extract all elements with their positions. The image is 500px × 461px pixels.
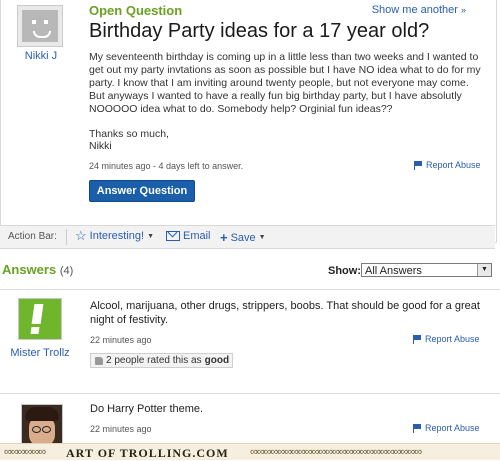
question-status: Open Question [89, 3, 183, 18]
report-abuse-label: Report Abuse [425, 423, 480, 433]
chevron-down-icon: ▼ [147, 232, 155, 240]
watermark-banner: ∞∞∞∞∞∞ ART OF TROLLING.COM ∞∞∞∞∞∞∞∞∞∞∞∞∞… [0, 443, 500, 460]
envelope-icon [166, 231, 180, 241]
answer-rating-badge: 2 people rated this as good [90, 353, 233, 368]
email-label: Email [183, 230, 211, 242]
chevron-down-icon: ▼ [258, 234, 266, 241]
asker-name-link[interactable]: Nikki J [11, 50, 71, 62]
star-icon: ☆ [75, 228, 87, 243]
answer-text: Do Harry Potter theme. [90, 403, 204, 415]
default-avatar-face [22, 10, 58, 42]
show-filter-label: Show: [328, 265, 361, 277]
action-bar-separator [66, 229, 67, 245]
report-abuse-label: Report Abuse [426, 160, 481, 170]
save-label: Save [230, 231, 256, 244]
chevron-down-icon: ▼ [477, 264, 491, 276]
answer-report-abuse-link[interactable]: Report Abuse [413, 334, 480, 344]
question-panel: Nikki J Open Question Show me another » … [0, 0, 497, 243]
exclamation-dot [30, 327, 40, 334]
question-signature: Nikki [89, 140, 112, 152]
ornament-icon: ∞∞∞∞∞∞∞∞∞∞∞∞∞∞∞∞∞∞∞∞∞∞∞∞∞ [250, 446, 422, 458]
flag-icon [414, 160, 423, 170]
answers-count: (4) [59, 265, 74, 277]
answer-time: 22 minutes ago [90, 424, 152, 434]
divider [0, 393, 500, 394]
flag-icon [413, 423, 422, 433]
question-report-abuse-link[interactable]: Report Abuse [414, 160, 481, 170]
report-abuse-label: Report Abuse [425, 334, 480, 344]
rating-value: good [204, 355, 230, 366]
save-button[interactable]: + Save ▼ [220, 230, 266, 245]
avatar-eye-right [44, 20, 48, 24]
thumbs-up-icon [95, 356, 103, 365]
plus-icon: + [220, 230, 228, 245]
mister-trollz-avatar-icon[interactable] [18, 298, 62, 340]
show-more-label: Show me another [371, 4, 458, 16]
flag-icon [413, 334, 422, 344]
answer-question-button[interactable]: Answer Question [89, 180, 195, 202]
answers-filter-value: All Answers [365, 265, 422, 277]
harry-potter-avatar-icon[interactable] [21, 404, 63, 446]
question-meta: 24 minutes ago - 4 days left to answer. [89, 161, 244, 171]
answers-heading-label: Answers [2, 262, 57, 277]
action-bar-label: Action Bar: [8, 231, 57, 242]
ornament-icon: ∞∞∞∞∞∞ [4, 446, 46, 458]
answer-text: Alcool, marijuana, other drugs, stripper… [90, 300, 480, 326]
interesting-button[interactable]: ☆ Interesting! ▼ [75, 228, 155, 243]
answers-heading: Answers (4) [2, 262, 73, 277]
answer-report-abuse-link[interactable]: Report Abuse [413, 423, 480, 433]
asker-avatar-icon[interactable] [17, 5, 63, 47]
interesting-label: Interesting! [89, 230, 145, 242]
question-body: My seventeenth birthday is coming up in … [89, 51, 481, 115]
double-chevron-right-icon: » [460, 5, 466, 15]
avatar-eye-left [32, 20, 36, 24]
glasses-icon [32, 426, 52, 433]
question-title: Birthday Party ideas for a 17 year old? [89, 20, 430, 42]
rating-text: 2 people rated this as [106, 355, 202, 366]
answer-time: 22 minutes ago [90, 335, 152, 345]
question-signoff: Thanks so much, Nikki [89, 128, 169, 152]
answers-filter-select[interactable]: All Answers ▼ [361, 263, 492, 277]
question-thanks: Thanks so much, [89, 128, 169, 140]
answer-author-link[interactable]: Mister Trollz [5, 347, 75, 359]
exclamation-bar [31, 304, 44, 324]
avatar-mouth [33, 31, 51, 38]
show-me-another-link[interactable]: Show me another » [372, 4, 466, 16]
action-bar: Action Bar: ☆ Interesting! ▼ Email + Sav… [0, 225, 495, 249]
divider [0, 289, 500, 290]
email-button[interactable]: Email [166, 230, 211, 242]
avatar-hair [25, 407, 59, 421]
